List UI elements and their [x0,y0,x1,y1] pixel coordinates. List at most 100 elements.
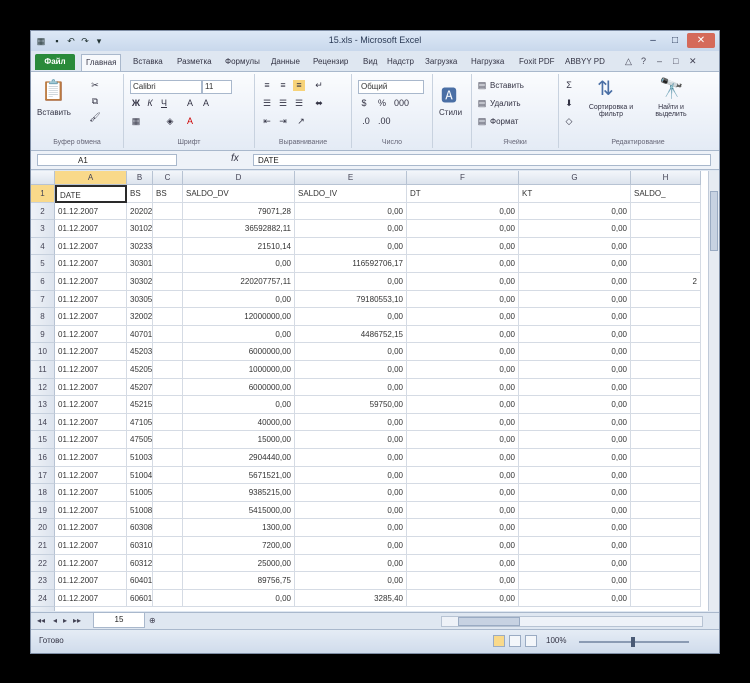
table-cell[interactable]: 5415000,00 [183,501,295,520]
table-cell[interactable] [631,501,701,520]
table-cell[interactable]: 01.12.2007 [55,589,127,608]
header-cell[interactable]: BS [127,185,153,203]
table-cell[interactable]: 0,00 [519,554,631,573]
format-cells-button[interactable]: Формат [490,117,518,126]
table-cell[interactable]: 40701 [127,325,153,344]
table-cell[interactable]: 0,00 [407,466,519,485]
tab-view[interactable]: Вид [359,54,381,70]
fill-color-icon[interactable]: ◈ [164,116,176,127]
shrink-font-icon[interactable]: A [200,98,212,109]
table-cell[interactable] [153,308,183,326]
table-cell[interactable]: 0,00 [295,220,407,238]
table-cell[interactable] [631,554,701,573]
table-cell[interactable]: 116592706,17 [295,255,407,273]
sort-filter-button[interactable]: Сортировка и фильтр [587,104,635,118]
borders-icon[interactable]: ▦ [130,116,142,127]
row-header[interactable]: 10 [31,343,55,361]
table-cell[interactable] [631,396,701,414]
row-header[interactable]: 22 [31,554,55,573]
italic-icon[interactable]: К [144,98,156,109]
table-cell[interactable] [153,343,183,361]
table-cell[interactable]: 01.12.2007 [55,255,127,273]
table-cell[interactable]: 60601 [127,589,153,608]
table-cell[interactable] [631,308,701,326]
tab-review[interactable]: Рецензир [309,54,352,70]
align-middle-icon[interactable]: ≡ [277,80,289,91]
comma-icon[interactable]: 000 [394,98,409,109]
table-cell[interactable]: 0,00 [183,255,295,273]
table-cell[interactable]: 7200,00 [183,537,295,555]
tab-data[interactable]: Данные [267,54,304,70]
table-cell[interactable]: 0,00 [519,484,631,502]
table-cell[interactable]: 0,00 [183,290,295,309]
table-cell[interactable]: 0,00 [519,589,631,608]
font-name-combo[interactable]: Calibri [130,80,202,94]
normal-view-icon[interactable] [493,635,505,647]
table-cell[interactable] [153,466,183,485]
row-header[interactable]: 19 [31,501,55,520]
table-cell[interactable] [153,589,183,608]
next-sheet-icon[interactable]: ▸ [63,616,67,625]
table-cell[interactable]: 30302 [127,273,153,291]
table-cell[interactable]: 0,00 [519,361,631,379]
align-left-icon[interactable]: ☰ [261,98,273,109]
table-cell[interactable] [153,449,183,467]
table-cell[interactable] [153,378,183,397]
table-cell[interactable]: 0,00 [407,554,519,573]
table-cell[interactable]: 0,00 [183,589,295,608]
table-cell[interactable] [631,378,701,397]
header-cell[interactable]: BS [153,185,183,203]
column-header-c[interactable]: C [153,171,183,185]
table-cell[interactable] [631,572,701,590]
table-cell[interactable]: 30301 [127,255,153,273]
table-cell[interactable]: 0,00 [407,202,519,221]
table-cell[interactable]: 0,00 [519,308,631,326]
table-cell[interactable]: 0,00 [407,501,519,520]
table-cell[interactable]: 40000,00 [183,413,295,432]
table-cell[interactable]: 0,00 [407,255,519,273]
table-cell[interactable]: 01.12.2007 [55,554,127,573]
column-header-d[interactable]: D [183,171,295,185]
sort-filter-icon[interactable]: ⇅ [597,76,614,101]
table-cell[interactable]: 0,00 [519,255,631,273]
format-painter-icon[interactable]: 🖌 [89,112,101,123]
table-cell[interactable] [631,449,701,467]
table-cell[interactable]: 0,00 [407,589,519,608]
horizontal-scrollbar[interactable] [441,616,703,627]
table-cell[interactable]: 0,00 [183,396,295,414]
row-header[interactable]: 18 [31,484,55,502]
decrease-indent-icon[interactable]: ⇤ [261,116,273,127]
table-cell[interactable]: 01.12.2007 [55,308,127,326]
table-cell[interactable]: 01.12.2007 [55,237,127,256]
table-cell[interactable]: 01.12.2007 [55,325,127,344]
row-header[interactable]: 5 [31,255,55,273]
table-cell[interactable] [631,361,701,379]
table-cell[interactable] [631,220,701,238]
table-cell[interactable]: 60401 [127,572,153,590]
table-cell[interactable]: 6000000,00 [183,343,295,361]
table-cell[interactable]: 12000000,00 [183,308,295,326]
page-break-view-icon[interactable] [525,635,537,647]
doc-close-icon[interactable]: ✕ [689,56,697,67]
table-cell[interactable]: 3285,40 [295,589,407,608]
table-cell[interactable]: 60310 [127,537,153,555]
table-cell[interactable]: 0,00 [407,220,519,238]
tab-home[interactable]: Главная [81,54,122,71]
table-cell[interactable] [631,343,701,361]
row-header[interactable]: 23 [31,572,55,590]
table-cell[interactable]: 0,00 [519,537,631,555]
table-cell[interactable]: 0,00 [295,501,407,520]
table-cell[interactable] [631,484,701,502]
tab-load[interactable]: Загрузка [421,54,461,70]
row-header[interactable]: 1 [31,185,55,203]
row-header[interactable]: 12 [31,378,55,397]
table-cell[interactable]: 2904440,00 [183,449,295,467]
tab-addins[interactable]: Надстр [383,54,418,70]
table-cell[interactable]: 0,00 [519,449,631,467]
table-cell[interactable]: 0,00 [407,361,519,379]
table-cell[interactable]: 0,00 [407,308,519,326]
table-cell[interactable] [631,255,701,273]
select-all-corner[interactable] [31,171,55,185]
row-header[interactable]: 20 [31,519,55,537]
table-cell[interactable]: 51008 [127,501,153,520]
